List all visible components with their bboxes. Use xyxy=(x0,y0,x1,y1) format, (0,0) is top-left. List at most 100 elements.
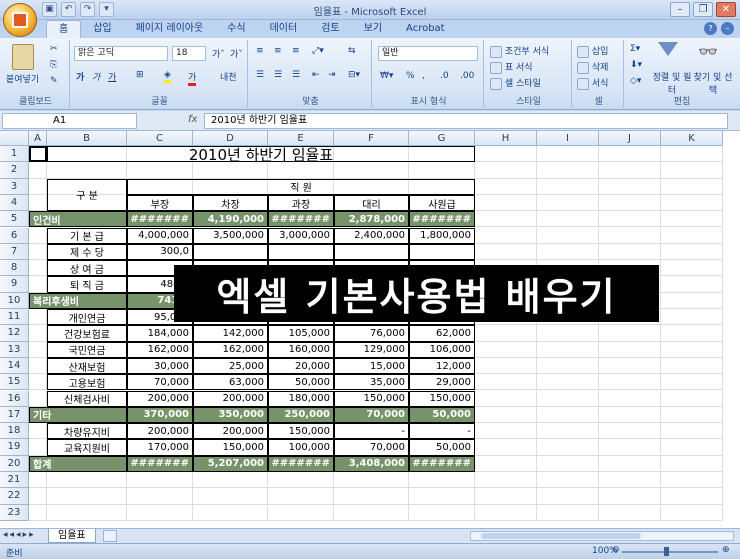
indent-cell[interactable] xyxy=(29,341,47,358)
row-label[interactable]: 교육지원비 xyxy=(47,439,127,456)
grid-cell[interactable] xyxy=(661,211,723,228)
grid-cell[interactable] xyxy=(409,504,475,521)
tab-view[interactable]: 보기 xyxy=(352,20,394,38)
grid-cell[interactable] xyxy=(661,374,723,391)
value-cell[interactable]: - xyxy=(409,423,475,440)
position-header[interactable]: 과장 xyxy=(268,194,334,212)
value-cell[interactable]: 150,000 xyxy=(193,439,268,456)
row-label[interactable]: 국민연금 xyxy=(47,341,127,358)
grid-cell[interactable] xyxy=(334,472,409,489)
row-label[interactable]: 상 여 금 xyxy=(47,260,127,277)
grid-cell[interactable] xyxy=(475,374,537,391)
grid-cell[interactable] xyxy=(475,211,537,228)
grid-cell[interactable] xyxy=(661,423,723,440)
row-label[interactable]: 차량유지비 xyxy=(47,423,127,440)
decrease-decimal-icon[interactable]: .00 xyxy=(460,71,474,81)
header-category[interactable]: 구 분 xyxy=(47,178,127,212)
grid-cell[interactable] xyxy=(268,472,334,489)
comma-icon[interactable]: , xyxy=(422,71,425,81)
grid-cell[interactable] xyxy=(537,211,599,228)
bold-icon[interactable]: 가 xyxy=(76,70,84,83)
header-staff[interactable]: 직 원 xyxy=(127,178,475,195)
row-header[interactable]: 11 xyxy=(0,309,29,326)
select-all-corner[interactable] xyxy=(0,131,29,146)
value-cell[interactable]: 3,500,000 xyxy=(193,227,268,244)
value-cell[interactable]: 300,0 xyxy=(127,243,193,261)
grid-cell[interactable] xyxy=(537,390,599,407)
value-cell[interactable]: 70,000 xyxy=(334,439,409,456)
value-cell[interactable]: 150,000 xyxy=(334,390,409,407)
grid-cell[interactable] xyxy=(537,472,599,489)
grid-cell[interactable] xyxy=(409,488,475,505)
value-cell[interactable]: 2,400,000 xyxy=(334,227,409,244)
paste-icon[interactable] xyxy=(12,44,34,70)
value-cell[interactable]: 63,000 xyxy=(193,374,268,391)
grid-cell[interactable] xyxy=(537,439,599,456)
grid-cell[interactable] xyxy=(661,390,723,407)
indent-cell[interactable] xyxy=(29,423,47,440)
grid-cell[interactable] xyxy=(29,194,47,212)
grid-cell[interactable] xyxy=(661,504,723,521)
value-cell[interactable]: 30,000 xyxy=(127,357,193,375)
restore-button[interactable]: ❐ xyxy=(693,2,713,17)
grid-cell[interactable] xyxy=(599,488,661,505)
grid-cell[interactable] xyxy=(661,276,723,293)
indent-cell[interactable] xyxy=(29,276,47,293)
row-header[interactable]: 20 xyxy=(0,455,29,472)
value-cell[interactable]: 29,000 xyxy=(409,374,475,391)
grid-cell[interactable] xyxy=(334,504,409,521)
row-header[interactable]: 3 xyxy=(0,178,29,195)
value-cell[interactable]: 76,000 xyxy=(334,325,409,342)
font-color-icon[interactable]: 가 xyxy=(188,70,197,86)
grid-cell[interactable] xyxy=(661,406,723,424)
grid-cell[interactable] xyxy=(268,162,334,179)
group-value-cell[interactable]: ####### xyxy=(127,211,193,228)
value-cell[interactable]: 1,800,000 xyxy=(409,227,475,244)
value-cell[interactable]: 160,000 xyxy=(268,341,334,358)
grid-cell[interactable] xyxy=(475,504,537,521)
grid-cell[interactable] xyxy=(661,488,723,505)
grid-cell[interactable] xyxy=(599,227,661,244)
grid-cell[interactable] xyxy=(661,439,723,456)
grid-cell[interactable] xyxy=(475,194,537,212)
grid-cell[interactable] xyxy=(661,325,723,342)
grid-cell[interactable] xyxy=(193,162,268,179)
cut-icon[interactable]: ✂ xyxy=(50,44,58,54)
column-header[interactable]: K xyxy=(661,131,723,146)
zoom-out-icon[interactable]: ⊖ xyxy=(612,545,620,555)
value-cell[interactable] xyxy=(268,243,334,261)
align-left-icon[interactable]: ☰ xyxy=(256,70,264,80)
row-header[interactable]: 17 xyxy=(0,406,29,424)
value-cell[interactable]: 70,000 xyxy=(127,374,193,391)
grid-cell[interactable] xyxy=(537,406,599,424)
grid-cell[interactable] xyxy=(475,341,537,358)
value-cell[interactable]: 4,000,000 xyxy=(127,227,193,244)
row-header[interactable]: 12 xyxy=(0,325,29,342)
grid-cell[interactable] xyxy=(599,406,661,424)
indent-cell[interactable] xyxy=(29,374,47,391)
grid-cell[interactable] xyxy=(537,357,599,375)
percent-icon[interactable]: % xyxy=(406,71,415,81)
currency-icon[interactable]: ₩▾ xyxy=(380,71,393,81)
group-value-cell[interactable]: ####### xyxy=(268,211,334,228)
grid-cell[interactable] xyxy=(127,162,193,179)
paste-button[interactable]: 붙여넣기 xyxy=(6,72,39,85)
row-header[interactable]: 2 xyxy=(0,162,29,179)
number-format-combo[interactable]: 일반 xyxy=(378,46,478,61)
grid-cell[interactable] xyxy=(661,146,723,163)
grid-cell[interactable] xyxy=(661,227,723,244)
grid-cell[interactable] xyxy=(334,488,409,505)
row-header[interactable]: 4 xyxy=(0,194,29,212)
grid-cell[interactable] xyxy=(661,194,723,212)
row-header[interactable]: 18 xyxy=(0,423,29,440)
grid-cell[interactable] xyxy=(599,194,661,212)
sheet-nav-arrows-icon[interactable]: ◂◂◂▸▸ xyxy=(3,530,36,540)
find-select-icon[interactable]: 👓 xyxy=(698,42,718,61)
value-cell[interactable]: 25,000 xyxy=(193,357,268,375)
grid-cell[interactable] xyxy=(127,504,193,521)
value-cell[interactable]: 15,000 xyxy=(334,357,409,375)
value-cell[interactable]: 50,000 xyxy=(409,439,475,456)
grid-cell[interactable] xyxy=(661,472,723,489)
zoom-slider[interactable] xyxy=(622,551,718,553)
value-cell[interactable]: 35,000 xyxy=(334,374,409,391)
